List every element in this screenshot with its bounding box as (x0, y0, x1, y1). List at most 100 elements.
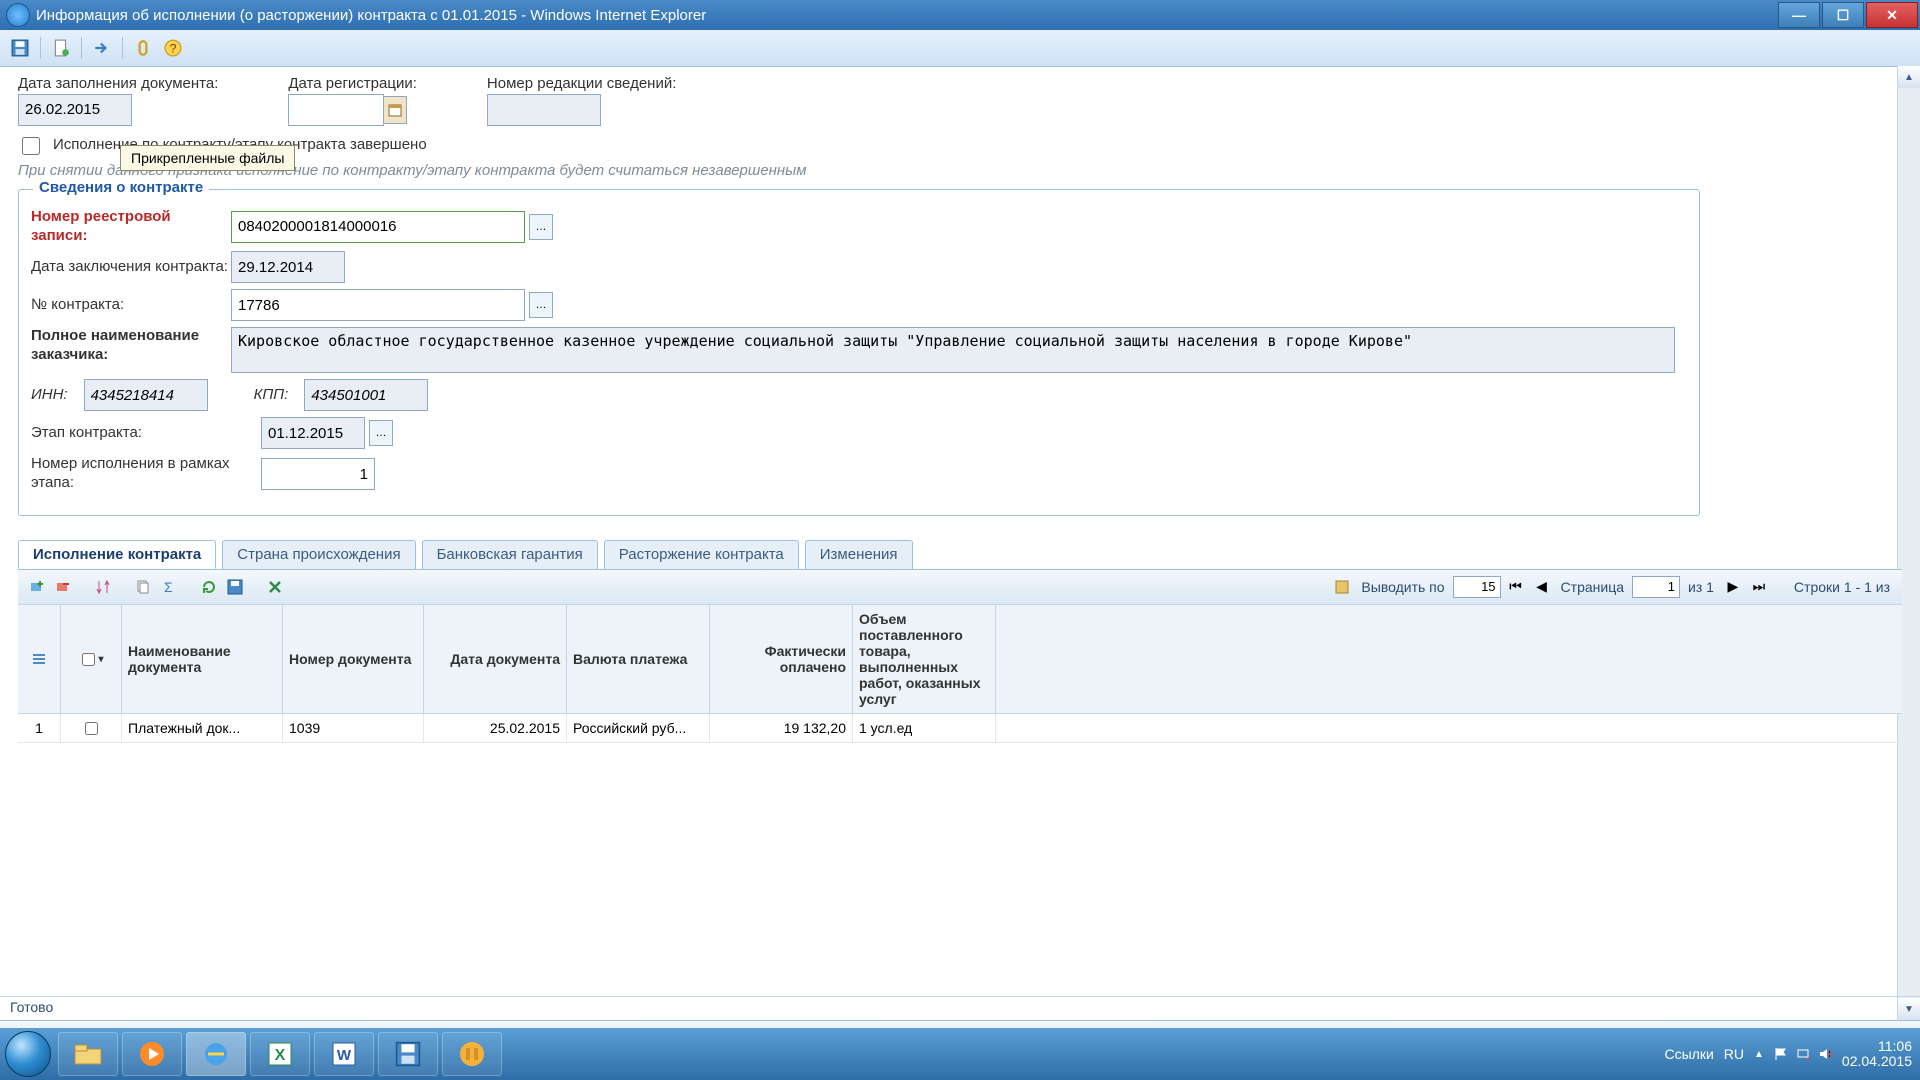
contract-number-lookup-button[interactable]: … (529, 292, 553, 318)
table-row[interactable]: 1 Платежный док... 1039 25.02.2015 Росси… (18, 714, 1902, 743)
per-page-label: Выводить по (1361, 579, 1444, 595)
forward-icon[interactable] (88, 34, 116, 62)
taskbar-save-icon[interactable] (378, 1032, 438, 1076)
fill-date-label: Дата заполнения документа: (18, 75, 218, 94)
tray-volume-icon[interactable] (1818, 1047, 1832, 1061)
calendar-icon[interactable] (384, 96, 407, 124)
page-label: Страница (1561, 579, 1624, 595)
tray-lang[interactable]: RU (1724, 1046, 1744, 1062)
conclusion-date-label: Дата заключения контракта: (31, 258, 231, 277)
registry-input[interactable] (231, 211, 525, 243)
tray-time[interactable]: 11:06 (1842, 1039, 1912, 1054)
fill-date-input[interactable] (18, 94, 132, 126)
tabs-bar: Исполнение контракта Страна происхождени… (18, 540, 1902, 569)
stage-input[interactable] (261, 417, 365, 449)
exec-no-label: Номер исполнения в рамках этапа: (31, 455, 261, 493)
pager-last-icon[interactable]: ⏭ (1748, 576, 1770, 598)
taskbar-explorer-icon[interactable] (58, 1032, 118, 1076)
pager-next-icon[interactable]: ▶ (1722, 576, 1744, 598)
stage-label: Этап контракта: (31, 424, 231, 443)
page-of: из 1 (1688, 579, 1714, 595)
page-input[interactable] (1632, 576, 1680, 598)
taskbar: X W Ссылки RU ▲ 11:06 02.04.2015 (0, 1028, 1920, 1080)
kpp-label: КПП: (254, 386, 289, 405)
grid-sort-icon[interactable] (92, 576, 114, 598)
taskbar-app-icon[interactable] (442, 1032, 502, 1076)
tray-date[interactable]: 02.04.2015 (1842, 1054, 1912, 1069)
tab-origin[interactable]: Страна происхождения (222, 540, 415, 569)
inn-input[interactable] (84, 379, 208, 411)
new-doc-icon[interactable] (47, 34, 75, 62)
tooltip-attached-files: Прикрепленные файлы (120, 145, 295, 171)
svg-text:W: W (337, 1047, 352, 1064)
attach-icon[interactable] (129, 34, 157, 62)
tray-links[interactable]: Ссылки (1664, 1046, 1713, 1062)
kpp-input[interactable] (304, 379, 428, 411)
row-name: Платежный док... (122, 714, 283, 742)
taskbar-excel-icon[interactable]: X (250, 1032, 310, 1076)
grid-header-menu[interactable] (18, 605, 61, 714)
inn-label: ИНН: (31, 386, 68, 405)
grid-toolbar: Σ Выводить по ⏮ ◀ Страница из 1 ▶ ⏭ Стро… (18, 570, 1902, 605)
stage-lookup-button[interactable]: … (369, 420, 393, 446)
row-number: 1 (18, 714, 61, 742)
tab-changes[interactable]: Изменения (805, 540, 913, 569)
grid-delete-icon[interactable] (52, 576, 74, 598)
tray-network-icon[interactable] (1796, 1047, 1810, 1061)
conclusion-date-input[interactable] (231, 251, 345, 283)
grid-excel-icon[interactable] (264, 576, 286, 598)
tab-guarantee[interactable]: Банковская гарантия (422, 540, 598, 569)
close-button[interactable]: ✕ (1866, 2, 1918, 28)
grid-copy-icon[interactable] (132, 576, 154, 598)
grid-header-num[interactable]: Номер документа (283, 605, 424, 714)
pager-first-icon[interactable]: ⏮ (1505, 576, 1527, 598)
customer-textarea[interactable]: Кировское областное государственное казе… (231, 327, 1675, 373)
row-num: 1039 (283, 714, 424, 742)
tray-up-icon[interactable]: ▲ (1754, 1049, 1764, 1060)
start-button[interactable] (0, 1028, 56, 1080)
row-date: 25.02.2015 (424, 714, 567, 742)
grid-header-date[interactable]: Дата документа (424, 605, 567, 714)
registry-label: Номер реестровой записи: (31, 208, 231, 246)
minimize-button[interactable]: — (1778, 2, 1820, 28)
ie-icon (6, 3, 30, 27)
svg-text:Σ: Σ (164, 579, 173, 595)
lines-label: Строки 1 - 1 из (1794, 579, 1890, 595)
taskbar-media-icon[interactable] (122, 1032, 182, 1076)
maximize-button[interactable]: ☐ (1822, 2, 1864, 28)
grid-header-paid[interactable]: Фактически оплачено (710, 605, 853, 714)
completed-checkbox[interactable] (22, 137, 40, 155)
save-icon[interactable] (6, 34, 34, 62)
grid-header-check[interactable]: ▾ (61, 605, 122, 714)
grid-refresh-icon[interactable] (198, 576, 220, 598)
help-icon[interactable]: ? (159, 34, 187, 62)
grid-sum-icon[interactable]: Σ (158, 576, 180, 598)
grid-header: ▾ Наименование документа Номер документа… (18, 605, 1902, 715)
svg-text:?: ? (170, 42, 177, 56)
grid-header-curr[interactable]: Валюта платежа (567, 605, 710, 714)
registry-lookup-button[interactable]: … (529, 214, 553, 240)
contract-legend: Сведения о контракте (33, 179, 209, 196)
pager-prev-icon[interactable]: ◀ (1531, 576, 1553, 598)
window-titlebar: Информация об исполнении (о расторжении)… (0, 0, 1920, 30)
grid-checkall[interactable] (82, 653, 95, 666)
exec-no-input[interactable] (261, 458, 375, 490)
tray-flag-icon[interactable] (1774, 1047, 1788, 1061)
taskbar-word-icon[interactable]: W (314, 1032, 374, 1076)
customer-label: Полное наименование заказчика: (31, 327, 231, 365)
revision-input[interactable] (487, 94, 601, 126)
taskbar-ie-icon[interactable] (186, 1032, 246, 1076)
grid-header-vol[interactable]: Объем поставленного товара, выполненных … (853, 605, 996, 714)
reg-date-input[interactable] (288, 94, 384, 126)
contract-number-input[interactable] (231, 289, 525, 321)
grid-add-icon[interactable] (26, 576, 48, 598)
tab-execution[interactable]: Исполнение контракта (18, 540, 216, 569)
per-page-input[interactable] (1453, 576, 1501, 598)
svg-text:X: X (275, 1047, 286, 1064)
row-checkbox[interactable] (85, 722, 98, 735)
completed-hint: При снятии данного признака исполнение п… (18, 162, 1902, 179)
tab-termination[interactable]: Расторжение контракта (604, 540, 799, 569)
grid-settings-icon[interactable] (1331, 576, 1353, 598)
grid-header-name[interactable]: Наименование документа (122, 605, 283, 714)
grid-save-icon[interactable] (224, 576, 246, 598)
